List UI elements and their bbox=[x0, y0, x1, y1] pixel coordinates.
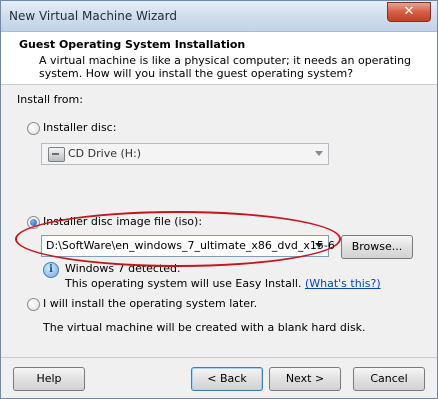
blank-disk-note: The virtual machine will be created with… bbox=[43, 321, 366, 334]
cd-drive-value: CD Drive (H:) bbox=[68, 147, 142, 160]
page-description: A virtual machine is like a physical com… bbox=[39, 54, 412, 80]
installer-disc-radio[interactable] bbox=[27, 122, 40, 135]
easy-install-message: This operating system will use Easy Inst… bbox=[65, 277, 302, 290]
installer-disc-label[interactable]: Installer disc: bbox=[43, 121, 116, 134]
iso-image-radio[interactable] bbox=[27, 216, 40, 229]
back-button[interactable]: < Back bbox=[191, 367, 263, 391]
chevron-down-icon bbox=[315, 151, 323, 156]
iso-path-input[interactable]: D:\SoftWare\en_windows_7_ultimate_x86_dv… bbox=[41, 235, 335, 257]
wizard-window: New Virtual Machine Wizard ✕ Guest Opera… bbox=[0, 0, 438, 399]
iso-image-label[interactable]: Installer disc image file (iso): bbox=[43, 215, 202, 228]
next-button[interactable]: Next > bbox=[269, 367, 341, 391]
footer-divider bbox=[1, 357, 437, 358]
cd-drive-icon bbox=[48, 147, 65, 162]
wizard-header: Guest Operating System Installation A vi… bbox=[1, 32, 437, 85]
chevron-down-icon bbox=[315, 243, 323, 248]
iso-path-value: D:\SoftWare\en_windows_7_ultimate_x86_dv… bbox=[46, 239, 335, 252]
title-bar[interactable]: New Virtual Machine Wizard ✕ bbox=[1, 1, 437, 32]
browse-button[interactable]: Browse... bbox=[341, 235, 413, 259]
whats-this-link[interactable]: (What's this?) bbox=[305, 277, 381, 290]
install-later-label[interactable]: I will install the operating system late… bbox=[43, 297, 257, 310]
page-title: Guest Operating System Installation bbox=[19, 38, 246, 51]
cancel-button[interactable]: Cancel bbox=[353, 367, 425, 391]
close-icon: ✕ bbox=[403, 4, 415, 19]
cd-drive-select[interactable]: CD Drive (H:) bbox=[41, 143, 329, 165]
easy-install-text: This operating system will use Easy Inst… bbox=[65, 277, 381, 290]
help-button[interactable]: Help bbox=[13, 367, 85, 391]
close-button[interactable]: ✕ bbox=[387, 2, 431, 22]
install-later-radio[interactable] bbox=[27, 298, 40, 311]
wizard-body: Install from: Installer disc: CD Drive (… bbox=[1, 85, 437, 355]
install-from-label: Install from: bbox=[17, 93, 83, 106]
detected-text: Windows 7 detected. bbox=[65, 262, 181, 275]
info-icon: i bbox=[43, 262, 59, 278]
window-title: New Virtual Machine Wizard bbox=[9, 9, 177, 23]
